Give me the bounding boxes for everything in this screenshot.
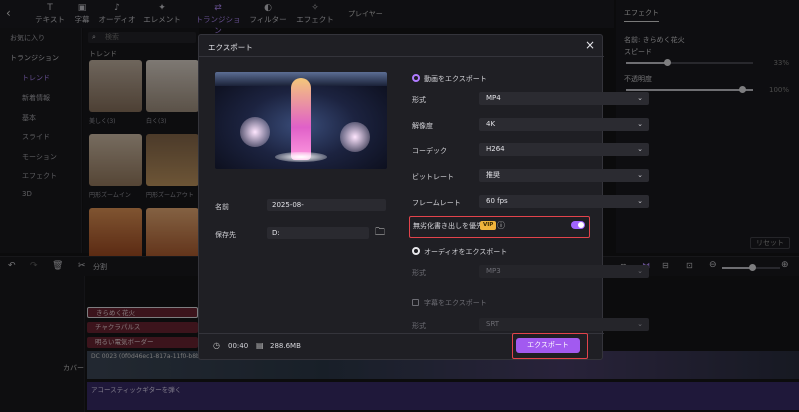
- subtitle-export-checkbox[interactable]: [412, 299, 419, 306]
- save-location-label: 保存先: [215, 231, 236, 239]
- audio-export-radio[interactable]: [412, 247, 420, 255]
- priority-label: 無劣化書き出しを優先: [413, 222, 483, 230]
- audio-format-label: 形式: [412, 269, 426, 277]
- name-input[interactable]: 2025-08-: [267, 199, 386, 211]
- save-location-input[interactable]: D:: [267, 227, 369, 239]
- subtitle-format-label: 形式: [412, 322, 426, 330]
- framerate-label: フレームレート: [412, 199, 461, 207]
- audio-format-select[interactable]: MP3 ⌄: [479, 265, 649, 278]
- vip-badge: VIP: [480, 221, 497, 230]
- info-icon[interactable]: ⓘ: [497, 220, 505, 231]
- framerate-select[interactable]: 60 fps ⌄: [479, 195, 649, 208]
- chevron-down-icon: ⌄: [637, 267, 643, 275]
- chevron-down-icon: ⌄: [637, 120, 643, 128]
- codec-select[interactable]: H264 ⌄: [479, 143, 649, 156]
- audio-export-label[interactable]: オーディオをエクスポート: [424, 247, 507, 257]
- preview-thumbnail: [215, 72, 387, 169]
- chevron-down-icon: ⌄: [637, 94, 643, 102]
- chevron-down-icon: ⌄: [637, 197, 643, 205]
- priority-toggle[interactable]: [571, 221, 585, 229]
- format-select[interactable]: MP4 ⌄: [479, 92, 649, 105]
- subtitle-export-label[interactable]: 字幕をエクスポート: [424, 298, 487, 308]
- codec-label: コーデック: [412, 147, 447, 155]
- video-export-radio[interactable]: [412, 74, 420, 82]
- export-dialog: エクスポート × 名前 2025-08- 保存先 D: 🗀 動画をエクスポート …: [198, 34, 649, 360]
- folder-icon[interactable]: 🗀: [375, 225, 385, 242]
- clock-icon: ◷: [213, 341, 220, 350]
- subtitle-format-select[interactable]: SRT ⌄: [479, 318, 649, 331]
- file-size-icon: ▤: [256, 341, 264, 350]
- resolution-select[interactable]: 4K ⌄: [479, 118, 649, 131]
- duration: 00:40: [228, 342, 249, 350]
- close-icon[interactable]: ×: [585, 38, 595, 52]
- chevron-down-icon: ⌄: [637, 171, 643, 179]
- bitrate-select[interactable]: 推奨 ⌄: [479, 169, 649, 182]
- video-export-label[interactable]: 動画をエクスポート: [424, 74, 487, 84]
- resolution-label: 解像度: [412, 122, 433, 130]
- file-size: 288.6MB: [270, 342, 301, 350]
- chevron-down-icon: ⌄: [637, 145, 643, 153]
- format-label: 形式: [412, 96, 426, 104]
- chevron-down-icon: ⌄: [637, 320, 643, 328]
- name-label: 名前: [215, 203, 229, 211]
- dialog-title: エクスポート: [208, 43, 253, 52]
- bitrate-label: ビットレート: [412, 173, 454, 181]
- export-button[interactable]: エクスポート: [516, 338, 580, 353]
